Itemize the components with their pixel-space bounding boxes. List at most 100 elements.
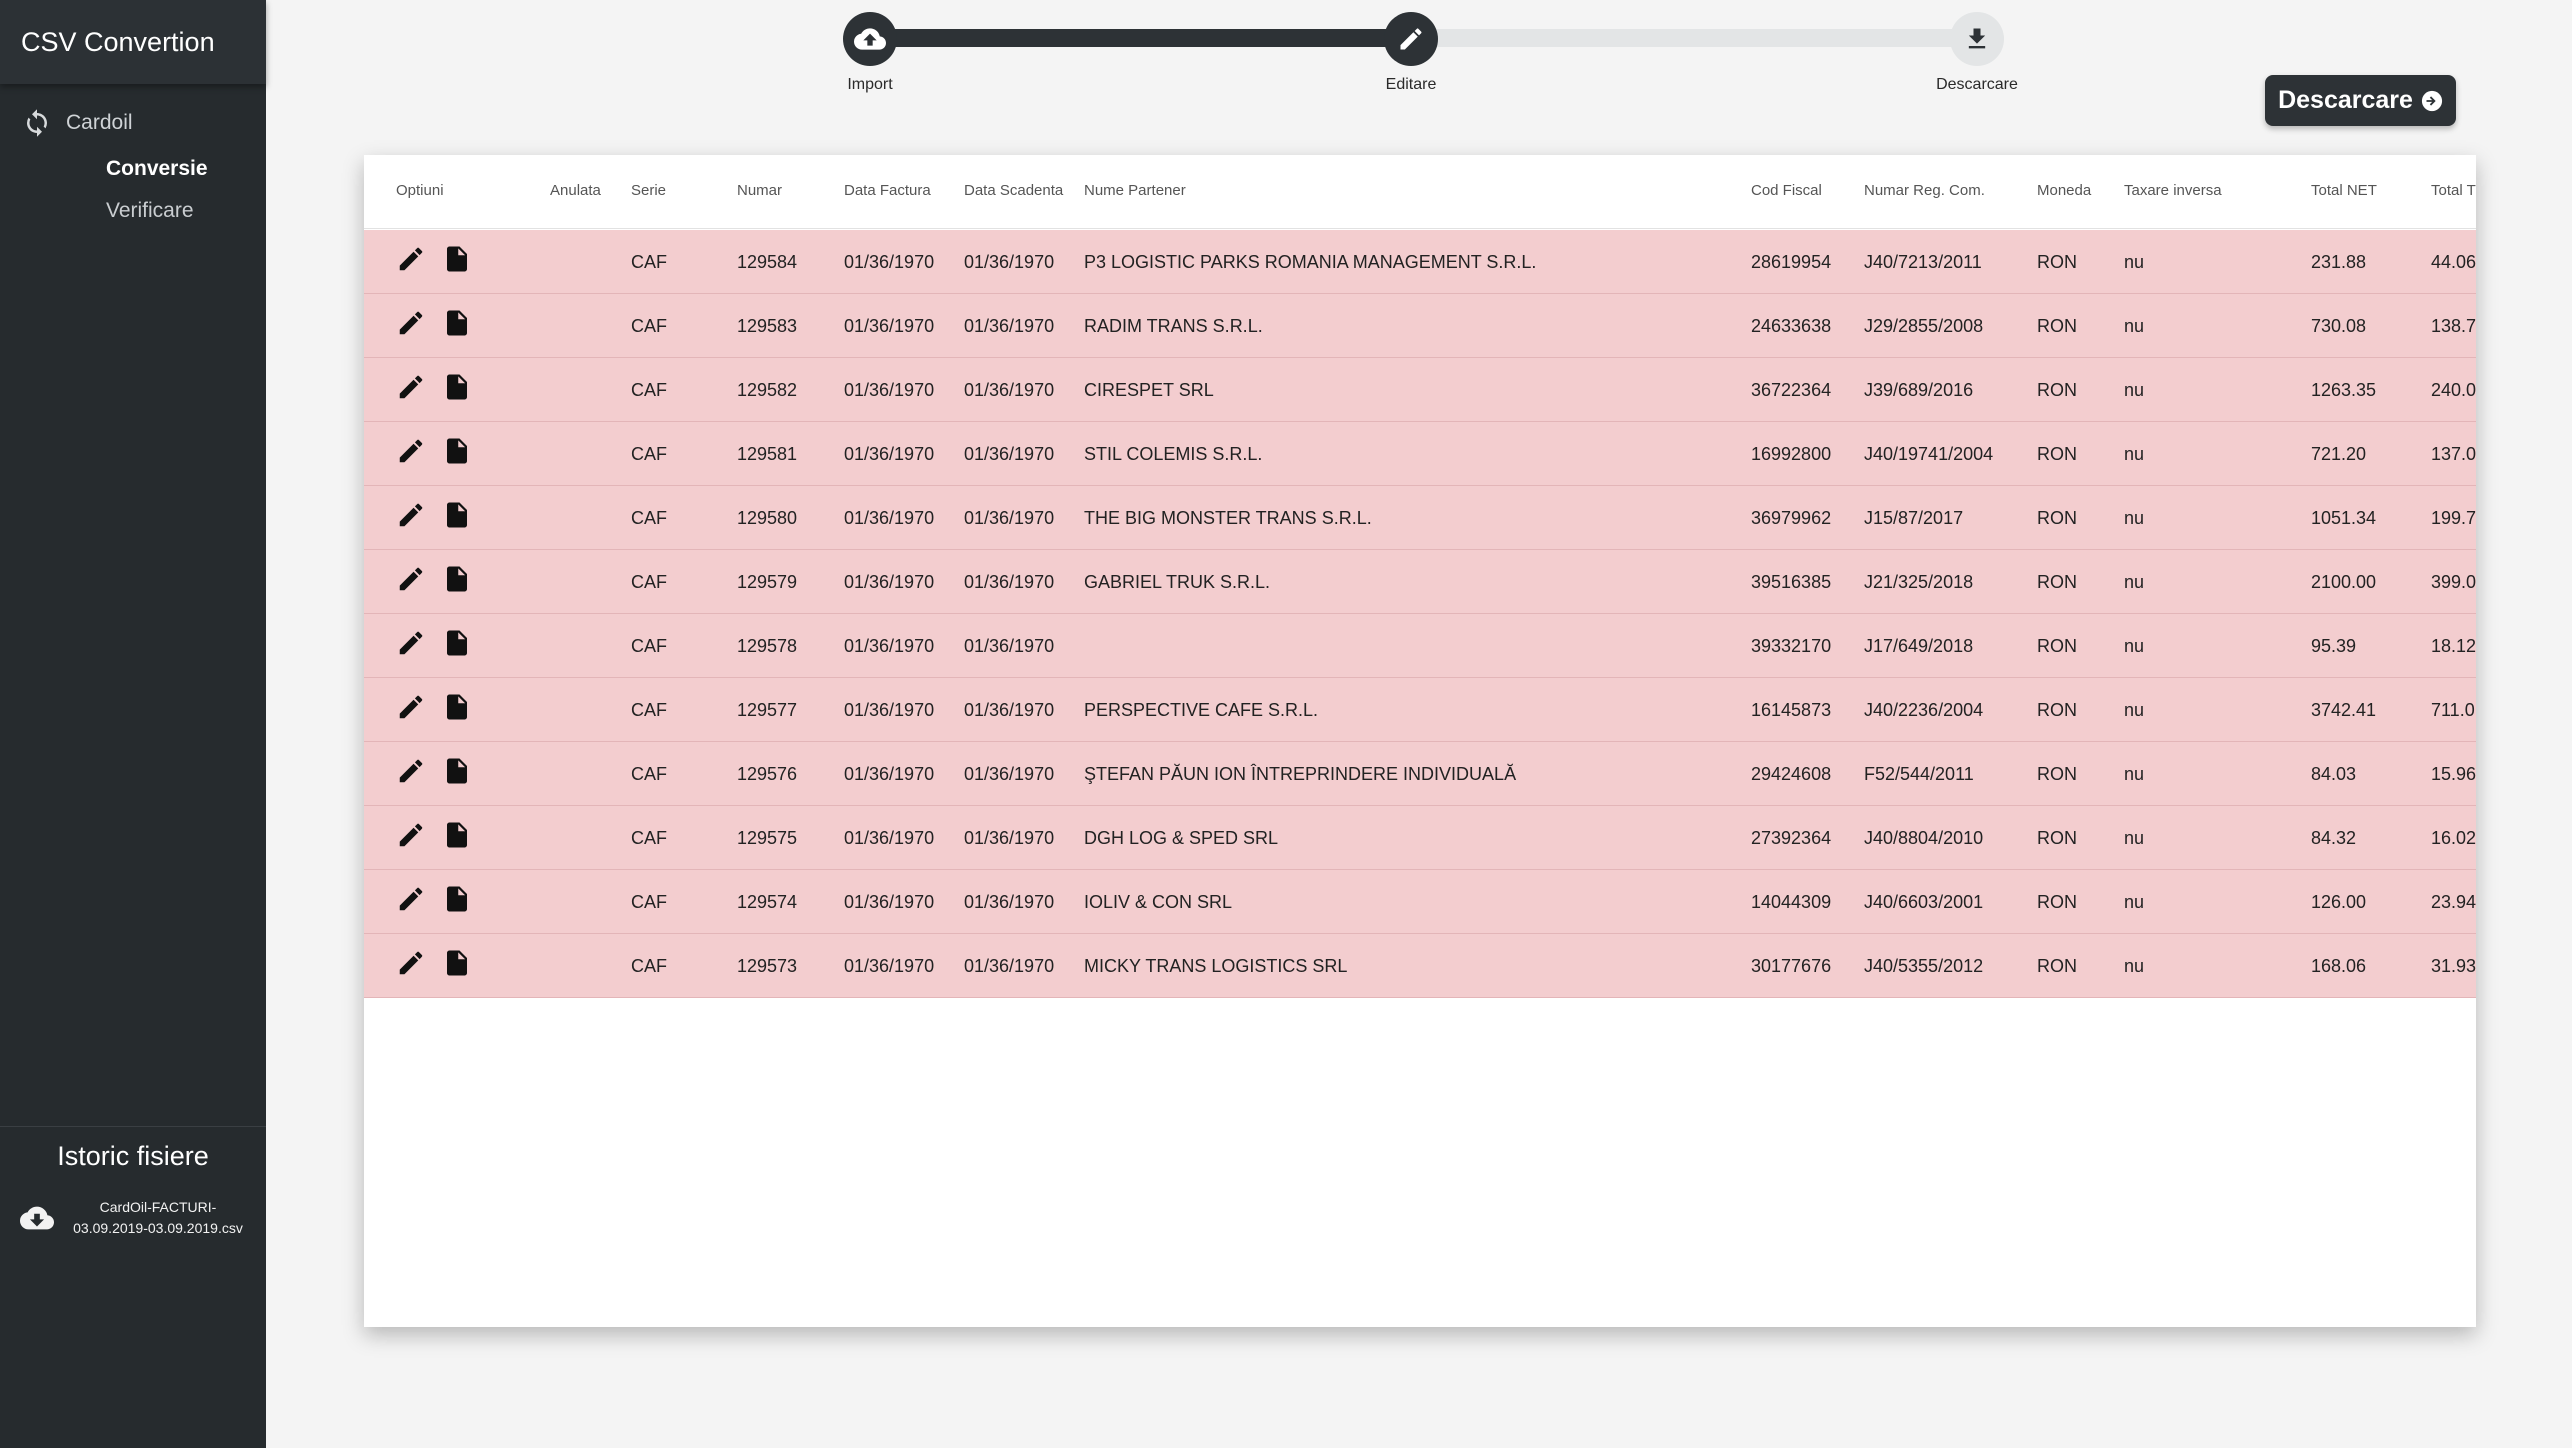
cell-data-factura: 01/36/1970 xyxy=(844,380,935,400)
cell-total-tva: 138.7 xyxy=(2431,316,2476,336)
edit-icon[interactable] xyxy=(396,500,426,530)
cell-data-factura: 01/36/1970 xyxy=(844,892,935,912)
col-total-net[interactable]: Total NET xyxy=(2311,182,2377,199)
download-button[interactable]: Descarcare xyxy=(2265,75,2456,126)
step-import[interactable] xyxy=(843,12,897,66)
document-icon[interactable] xyxy=(442,756,472,786)
cell-serie: CAF xyxy=(631,764,667,784)
cell-moneda: RON xyxy=(2037,508,2077,528)
cell-moneda: RON xyxy=(2037,572,2077,592)
col-total-tva[interactable]: Total T xyxy=(2431,182,2476,199)
col-numar[interactable]: Numar xyxy=(737,182,782,199)
sidebar-item-conversie[interactable]: Conversie xyxy=(106,148,266,190)
document-icon[interactable] xyxy=(442,948,472,978)
col-optiuni[interactable]: Optiuni xyxy=(396,182,444,199)
cell-data-scadenta: 01/36/1970 xyxy=(964,764,1055,784)
edit-icon[interactable] xyxy=(396,948,426,978)
table-row[interactable]: CAF 129582 01/36/1970 01/36/1970 CIRESPE… xyxy=(364,358,2476,422)
edit-icon[interactable] xyxy=(396,436,426,466)
sidebar-item-verificare[interactable]: Verificare xyxy=(106,190,266,232)
document-icon[interactable] xyxy=(442,820,472,850)
col-data-factura[interactable]: Data Factura xyxy=(844,182,931,199)
cell-serie: CAF xyxy=(631,828,667,848)
document-icon[interactable] xyxy=(442,436,472,466)
stepper-progress xyxy=(870,29,1408,47)
step-descarcare[interactable] xyxy=(1950,12,2004,66)
col-reg-com[interactable]: Numar Reg. Com. xyxy=(1864,182,1985,199)
cell-numar: 129576 xyxy=(737,764,798,784)
col-anulata[interactable]: Anulata xyxy=(550,182,601,199)
cell-total-tva: 31.93 xyxy=(2431,956,2476,976)
history-file-item[interactable]: CardOil-FACTURI- 03.09.2019-03.09.2019.c… xyxy=(0,1183,266,1239)
download-button-label: Descarcare xyxy=(2278,86,2413,114)
edit-icon[interactable] xyxy=(396,756,426,786)
cloud-upload-icon xyxy=(854,28,886,50)
table-row[interactable]: CAF 129581 01/36/1970 01/36/1970 STIL CO… xyxy=(364,422,2476,486)
document-icon[interactable] xyxy=(442,692,472,722)
cell-total-tva: 23.94 xyxy=(2431,892,2476,912)
cell-moneda: RON xyxy=(2037,636,2077,656)
edit-icon[interactable] xyxy=(396,628,426,658)
document-icon[interactable] xyxy=(442,500,472,530)
col-nume-partener[interactable]: Nume Partener xyxy=(1084,182,1186,199)
edit-icon[interactable] xyxy=(396,372,426,402)
cell-total-net: 168.06 xyxy=(2311,956,2367,976)
file-history-title: Istoric fisiere xyxy=(57,1141,209,1171)
sidebar-group-cardoil[interactable]: Cardoil xyxy=(0,108,266,138)
table-row[interactable]: CAF 129576 01/36/1970 01/36/1970 ŞTEFAN … xyxy=(364,742,2476,806)
cell-nume-partener: PERSPECTIVE CAFE S.R.L. xyxy=(1084,700,1319,720)
cell-nume-partener: THE BIG MONSTER TRANS S.R.L. xyxy=(1084,508,1372,528)
cell-total-tva: 15.96 xyxy=(2431,764,2476,784)
table-row[interactable]: CAF 129574 01/36/1970 01/36/1970 IOLIV &… xyxy=(364,870,2476,934)
cell-data-scadenta: 01/36/1970 xyxy=(964,252,1055,272)
cell-data-scadenta: 01/36/1970 xyxy=(964,508,1055,528)
cell-reg-com: J40/7213/2011 xyxy=(1864,252,1982,272)
table-row[interactable]: CAF 129579 01/36/1970 01/36/1970 GABRIEL… xyxy=(364,550,2476,614)
document-icon[interactable] xyxy=(442,244,472,274)
table-row[interactable]: CAF 129583 01/36/1970 01/36/1970 RADIM T… xyxy=(364,294,2476,358)
col-serie[interactable]: Serie xyxy=(631,182,666,199)
edit-icon[interactable] xyxy=(396,308,426,338)
edit-icon[interactable] xyxy=(396,884,426,914)
table-row[interactable]: CAF 129580 01/36/1970 01/36/1970 THE BIG… xyxy=(364,486,2476,550)
step-editare[interactable] xyxy=(1384,12,1438,66)
cell-moneda: RON xyxy=(2037,828,2077,848)
document-icon[interactable] xyxy=(442,564,472,594)
col-taxare-inversa[interactable]: Taxare inversa xyxy=(2124,182,2222,199)
cloud-download-icon[interactable] xyxy=(20,1201,54,1235)
cell-total-tva: 44.06 xyxy=(2431,252,2476,272)
edit-icon[interactable] xyxy=(396,692,426,722)
cell-data-scadenta: 01/36/1970 xyxy=(964,892,1055,912)
cell-taxare-inversa: nu xyxy=(2124,252,2145,272)
cell-data-factura: 01/36/1970 xyxy=(844,252,935,272)
document-icon[interactable] xyxy=(442,308,472,338)
cell-numar: 129581 xyxy=(737,444,798,464)
document-icon[interactable] xyxy=(442,884,472,914)
cell-moneda: RON xyxy=(2037,764,2077,784)
edit-icon[interactable] xyxy=(396,244,426,274)
cell-serie: CAF xyxy=(631,444,667,464)
cell-data-factura: 01/36/1970 xyxy=(844,828,935,848)
table-row[interactable]: CAF 129573 01/36/1970 01/36/1970 MICKY T… xyxy=(364,934,2476,998)
cell-taxare-inversa: nu xyxy=(2124,572,2145,592)
cell-total-tva: 16.02 xyxy=(2431,828,2476,848)
cell-total-net: 1263.35 xyxy=(2311,380,2377,400)
table-row[interactable]: CAF 129577 01/36/1970 01/36/1970 PERSPEC… xyxy=(364,678,2476,742)
document-icon[interactable] xyxy=(442,372,472,402)
edit-icon[interactable] xyxy=(396,820,426,850)
table-row[interactable]: CAF 129575 01/36/1970 01/36/1970 DGH LOG… xyxy=(364,806,2476,870)
progress-stepper: Import Editare Descarcare xyxy=(842,12,2022,102)
table-row[interactable]: CAF 129578 01/36/1970 01/36/1970 3933217… xyxy=(364,614,2476,678)
cell-cod-fiscal: 16992800 xyxy=(1751,444,1832,464)
cell-data-scadenta: 01/36/1970 xyxy=(964,636,1055,656)
col-data-scadenta[interactable]: Data Scadenta xyxy=(964,182,1063,199)
cell-total-net: 126.00 xyxy=(2311,892,2367,912)
col-cod-fiscal[interactable]: Cod Fiscal xyxy=(1751,182,1822,199)
cell-taxare-inversa: nu xyxy=(2124,636,2145,656)
table-row[interactable]: CAF 129584 01/36/1970 01/36/1970 P3 LOGI… xyxy=(364,230,2476,294)
document-icon[interactable] xyxy=(442,628,472,658)
col-moneda[interactable]: Moneda xyxy=(2037,182,2091,199)
cell-taxare-inversa: nu xyxy=(2124,700,2145,720)
edit-icon[interactable] xyxy=(396,564,426,594)
cell-data-scadenta: 01/36/1970 xyxy=(964,956,1055,976)
